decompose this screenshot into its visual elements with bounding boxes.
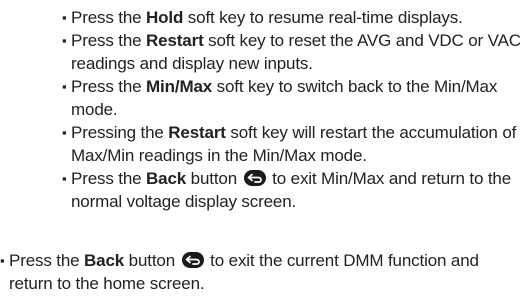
soft-key-name: Hold <box>146 8 184 27</box>
bullet: ▪ <box>62 125 67 140</box>
back-arrow-icon <box>181 252 204 268</box>
button-name: Back <box>146 169 187 188</box>
soft-key-name: Min/Max <box>146 77 213 96</box>
soft-key-name: Restart <box>146 31 204 50</box>
main-instructions-list: ▪ Press the Back button to exit the curr… <box>0 249 522 295</box>
text: Press the <box>71 31 147 50</box>
text: button <box>124 251 180 270</box>
text: soft key to resume real-time displays. <box>183 8 463 27</box>
text: button <box>186 169 242 188</box>
list-item-restart-accumulation: ▪ Pressing the Restart soft key will res… <box>62 121 522 167</box>
list-item-back-home: ▪ Press the Back button to exit the curr… <box>0 249 522 295</box>
list-item-min-max: ▪ Press the Min/Max soft key to switch b… <box>62 75 522 121</box>
bullet: ▪ <box>62 171 67 186</box>
text: Press the <box>9 251 85 270</box>
list-item-back-min-max: ▪ Press the Back button to exit Min/Max … <box>62 167 522 213</box>
list-item-restart: ▪ Press the Restart soft key to reset th… <box>62 29 522 75</box>
list-item-hold: ▪ Press the Hold soft key to resume real… <box>62 6 522 29</box>
bullet: ▪ <box>0 253 5 268</box>
text: Press the <box>71 169 147 188</box>
button-name: Back <box>84 251 125 270</box>
text: Pressing the <box>71 123 169 142</box>
text: Press the <box>71 77 147 96</box>
manual-page: ▪ Press the Hold soft key to resume real… <box>0 0 527 308</box>
bullet: ▪ <box>62 10 67 25</box>
bullet: ▪ <box>62 79 67 94</box>
min-max-instructions-list: ▪ Press the Hold soft key to resume real… <box>62 6 522 213</box>
text: Press the <box>71 8 147 27</box>
bullet: ▪ <box>62 33 67 48</box>
back-arrow-icon <box>243 170 266 186</box>
soft-key-name: Restart <box>168 123 226 142</box>
